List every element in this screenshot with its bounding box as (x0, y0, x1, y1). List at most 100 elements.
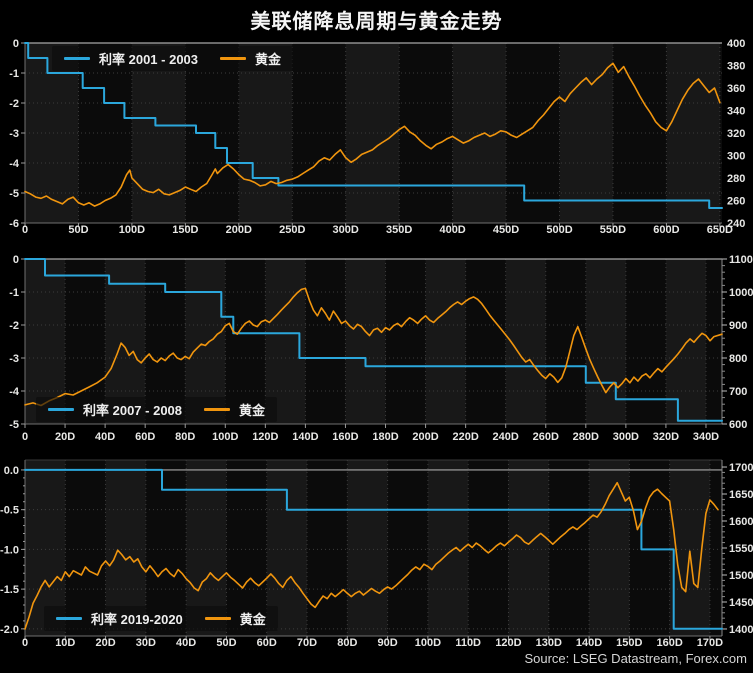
svg-text:80D: 80D (337, 637, 357, 649)
svg-text:20D: 20D (55, 431, 75, 443)
chart3-legend: 利率 2019-2020 黄金 (44, 606, 278, 631)
chart3-gold-label: 黄金 (240, 609, 266, 628)
svg-text:50D: 50D (68, 224, 88, 236)
svg-text:1450: 1450 (729, 597, 753, 609)
svg-text:-2: -2 (9, 320, 19, 332)
svg-text:100D: 100D (119, 224, 145, 236)
svg-text:200D: 200D (226, 224, 252, 236)
svg-text:0.0: 0.0 (4, 465, 19, 477)
rate-line-swatch (64, 57, 90, 60)
chart2-rate-label: 利率 2007 - 2008 (83, 400, 182, 419)
svg-text:300: 300 (727, 151, 745, 163)
svg-text:280: 280 (727, 173, 745, 185)
svg-text:1100: 1100 (729, 254, 753, 266)
svg-text:1000: 1000 (729, 287, 753, 299)
svg-text:500D: 500D (546, 224, 572, 236)
svg-text:700: 700 (729, 386, 747, 398)
svg-text:180D: 180D (372, 431, 398, 443)
svg-text:320D: 320D (653, 431, 679, 443)
chart1-legend: 利率 2001 - 2003 黄金 (52, 46, 293, 71)
svg-text:900: 900 (729, 320, 747, 332)
svg-text:120D: 120D (252, 431, 278, 443)
svg-text:-1: -1 (9, 68, 19, 80)
svg-text:0: 0 (22, 431, 28, 443)
rate-line-swatch (48, 408, 74, 411)
chart2-legend: 利率 2007 - 2008 黄金 (36, 397, 277, 422)
svg-text:0: 0 (13, 38, 19, 50)
svg-text:600: 600 (729, 419, 747, 431)
svg-text:20D: 20D (95, 637, 115, 649)
svg-text:150D: 150D (172, 224, 198, 236)
svg-text:80D: 80D (175, 431, 195, 443)
svg-text:60D: 60D (257, 637, 277, 649)
chart1-rate-label: 利率 2001 - 2003 (99, 49, 198, 68)
svg-text:160D: 160D (332, 431, 358, 443)
gold-line-swatch (205, 617, 231, 620)
svg-text:350D: 350D (386, 224, 412, 236)
svg-text:260D: 260D (533, 431, 559, 443)
svg-text:-6: -6 (9, 218, 19, 230)
chart3-legend-rate: 利率 2019-2020 (56, 609, 183, 628)
svg-text:150D: 150D (616, 637, 642, 649)
svg-text:300D: 300D (333, 224, 359, 236)
svg-text:110D: 110D (455, 637, 481, 649)
svg-text:360: 360 (727, 83, 745, 95)
chart2-legend-rate: 利率 2007 - 2008 (48, 400, 182, 419)
chart3-rate-label: 利率 2019-2020 (91, 609, 183, 628)
svg-text:-1.5: -1.5 (0, 584, 19, 596)
svg-text:-1: -1 (9, 287, 19, 299)
svg-text:1550: 1550 (729, 543, 753, 555)
chart1-gold-label: 黄金 (255, 49, 281, 68)
svg-text:550D: 550D (600, 224, 626, 236)
svg-text:160D: 160D (656, 637, 682, 649)
svg-text:1650: 1650 (729, 489, 753, 501)
chart2-legend-gold: 黄金 (204, 400, 265, 419)
svg-text:-0.5: -0.5 (0, 505, 19, 517)
svg-text:1500: 1500 (729, 570, 753, 582)
svg-text:-4: -4 (9, 158, 20, 170)
svg-text:200D: 200D (412, 431, 438, 443)
svg-text:70D: 70D (297, 637, 317, 649)
svg-text:240D: 240D (493, 431, 519, 443)
svg-text:0: 0 (13, 254, 19, 266)
chart-panel: 0 -1 -2 -3 -4 -5 -6 0 50D 100D 150D 200D 250D 300D 350… (0, 0, 753, 673)
svg-text:280D: 280D (573, 431, 599, 443)
svg-text:340D: 340D (693, 431, 719, 443)
svg-text:1600: 1600 (729, 516, 753, 528)
svg-text:300D: 300D (613, 431, 639, 443)
svg-text:1400: 1400 (729, 624, 753, 636)
svg-text:400: 400 (727, 38, 745, 50)
svg-text:800: 800 (729, 353, 747, 365)
svg-text:130D: 130D (536, 637, 562, 649)
svg-text:-5: -5 (9, 419, 19, 431)
svg-text:10D: 10D (55, 637, 75, 649)
svg-text:60D: 60D (135, 431, 155, 443)
svg-text:320: 320 (727, 128, 745, 140)
svg-text:140D: 140D (576, 637, 602, 649)
charts-canvas: 0 -1 -2 -3 -4 -5 -6 0 50D 100D 150D 200D 250D 300D 350… (0, 0, 753, 673)
svg-text:260: 260 (727, 196, 745, 208)
svg-text:40D: 40D (95, 431, 115, 443)
svg-text:-5: -5 (9, 188, 19, 200)
svg-text:90D: 90D (378, 637, 398, 649)
gold-line-swatch (220, 57, 246, 60)
svg-text:-2.0: -2.0 (0, 624, 19, 636)
chart1-legend-gold: 黄金 (220, 49, 281, 68)
chart2-gold-label: 黄金 (239, 400, 265, 419)
chart3-legend-gold: 黄金 (205, 609, 266, 628)
svg-text:-3: -3 (9, 353, 19, 365)
svg-text:450D: 450D (493, 224, 519, 236)
gold-line-swatch (204, 408, 230, 411)
svg-text:-1.0: -1.0 (0, 544, 19, 556)
svg-text:340: 340 (727, 106, 745, 118)
svg-text:250D: 250D (279, 224, 305, 236)
svg-text:140D: 140D (292, 431, 318, 443)
svg-text:-3: -3 (9, 128, 19, 140)
svg-text:240: 240 (727, 218, 745, 230)
rate-line-swatch (56, 617, 82, 620)
svg-text:50D: 50D (216, 637, 236, 649)
svg-text:120D: 120D (495, 637, 521, 649)
svg-text:-2: -2 (9, 98, 19, 110)
source-note: Source: LSEG Datastream, Forex.com (524, 651, 747, 666)
svg-text:100D: 100D (212, 431, 238, 443)
